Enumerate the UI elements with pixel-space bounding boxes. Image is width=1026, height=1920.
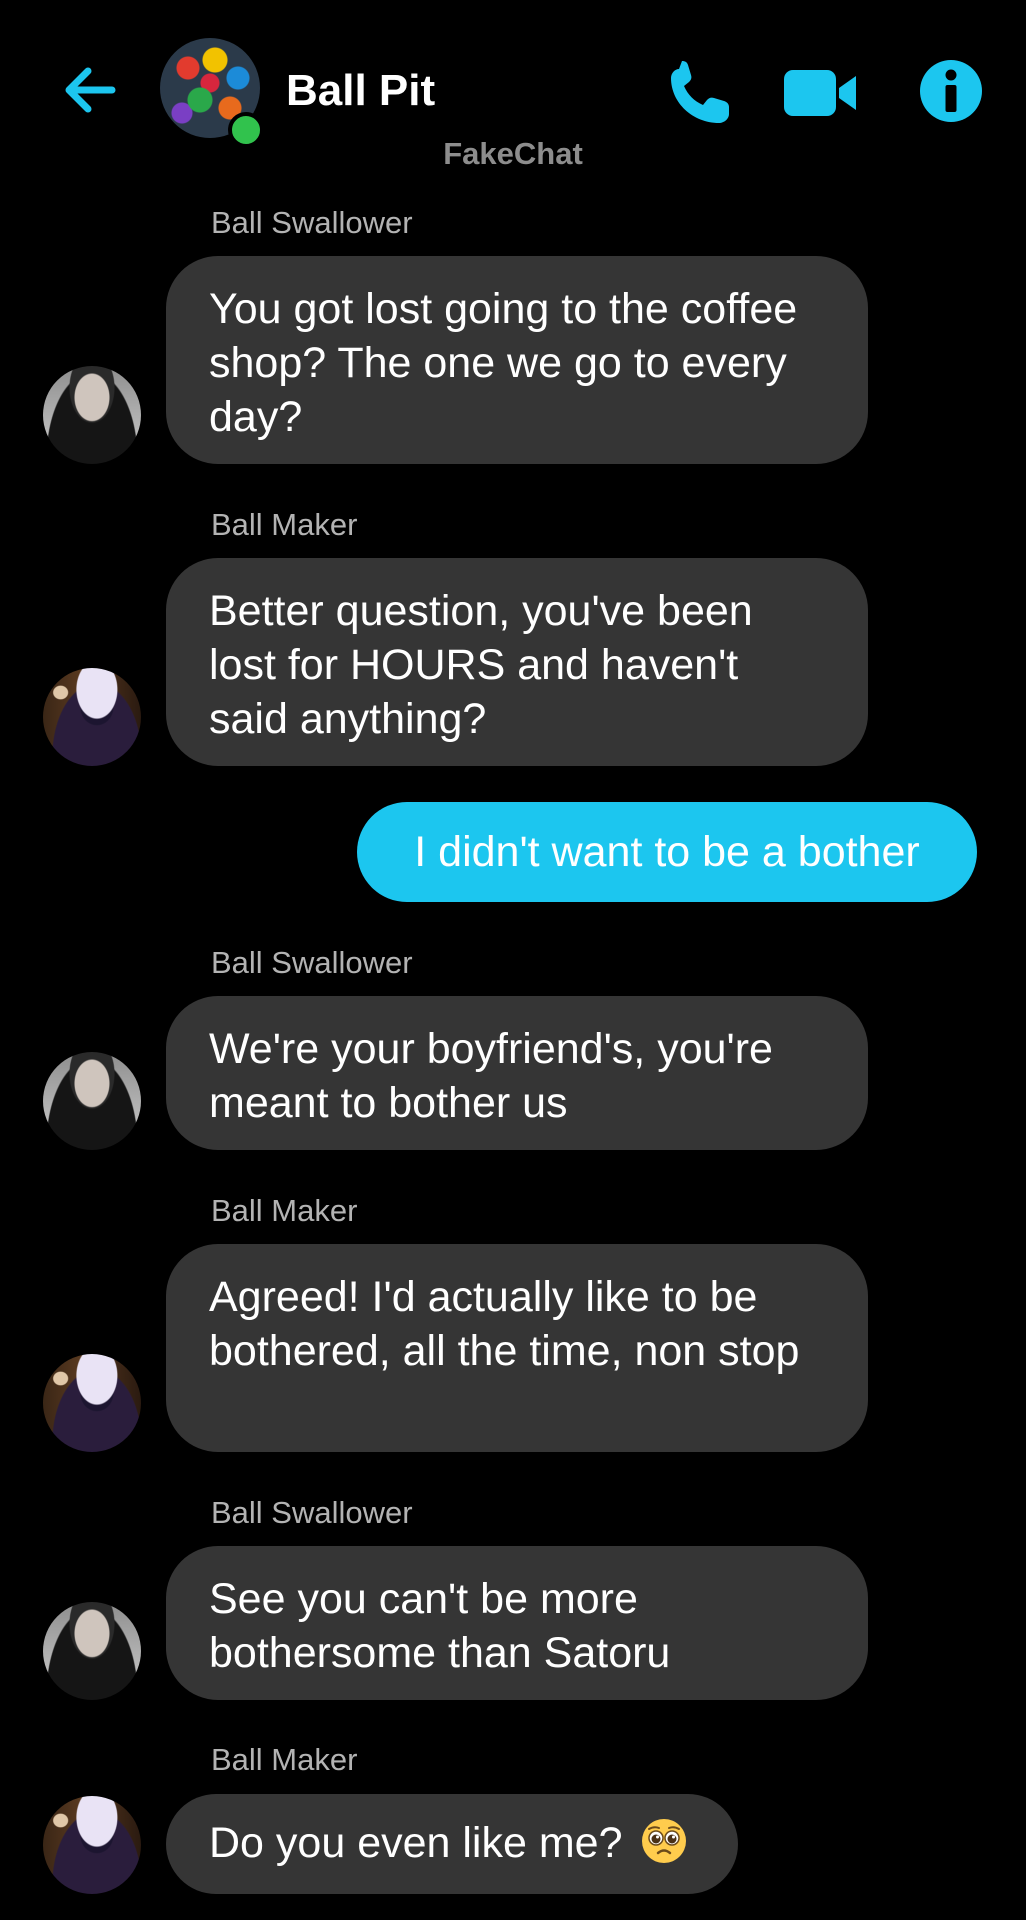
phone-icon[interactable] — [664, 58, 736, 126]
pleading-face-emoji-icon — [642, 1819, 687, 1863]
sender-name: Ball Maker — [211, 507, 358, 542]
avatar-ball-swallower[interactable] — [43, 366, 141, 464]
message-text: Do you even like me? — [209, 1819, 623, 1867]
sender-name: Ball Swallower — [211, 205, 413, 240]
chat-subtitle: FakeChat — [443, 136, 583, 171]
sender-name: Ball Maker — [211, 1742, 358, 1777]
avatar-ball-maker[interactable] — [43, 1796, 141, 1894]
avatar-ball-swallower[interactable] — [43, 1602, 141, 1700]
message-bubble[interactable]: See you can't be more bothersome than Sa… — [166, 1546, 868, 1700]
message-bubble[interactable]: You got lost going to the coffee shop? T… — [166, 256, 868, 464]
chat-title[interactable]: Ball Pit — [286, 66, 435, 116]
message-bubble[interactable]: Do you even like me? — [166, 1794, 738, 1894]
avatar-ball-maker[interactable] — [43, 668, 141, 766]
info-icon[interactable] — [918, 58, 984, 124]
message-bubble[interactable]: Better question, you've been lost for HO… — [166, 558, 868, 766]
own-message-bubble[interactable]: I didn't want to be a bother — [357, 802, 977, 902]
avatar-ball-swallower[interactable] — [43, 1052, 141, 1150]
sender-name: Ball Swallower — [211, 1495, 413, 1530]
video-camera-icon[interactable] — [782, 58, 858, 126]
sender-name: Ball Swallower — [211, 945, 413, 980]
sender-name: Ball Maker — [211, 1193, 358, 1228]
message-bubble[interactable]: We're your boyfriend's, you're meant to … — [166, 996, 868, 1150]
avatar-ball-maker[interactable] — [43, 1354, 141, 1452]
message-bubble[interactable]: Agreed! I'd actually like to be bothered… — [166, 1244, 868, 1452]
chat-header: Ball Pit FakeChat — [0, 0, 1026, 171]
back-arrow-icon[interactable] — [58, 58, 122, 122]
